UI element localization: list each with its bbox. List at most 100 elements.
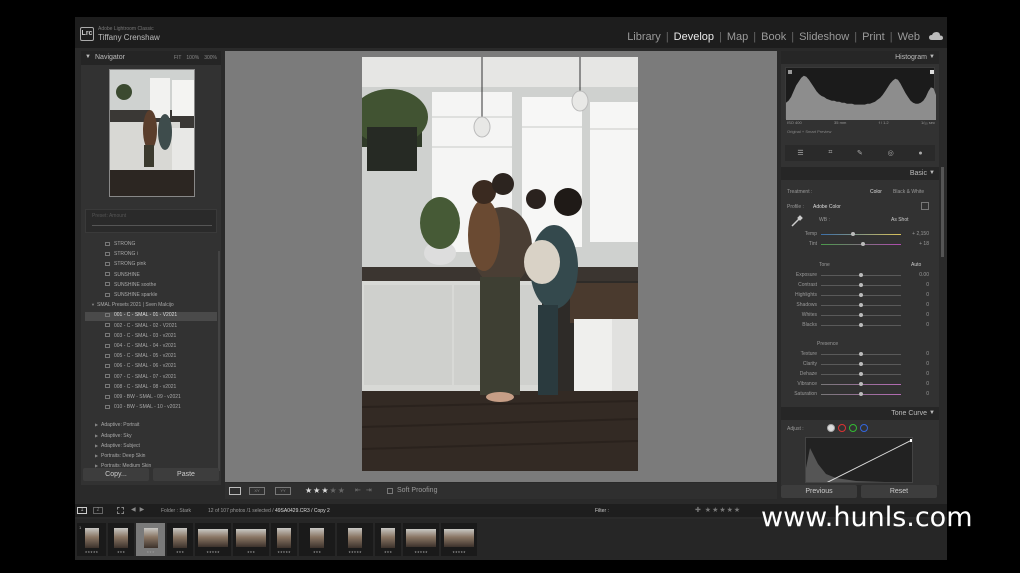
wb-dropdown[interactable]: As Shot [891,217,909,223]
filmstrip-thumbnail[interactable]: ★★★ [167,523,193,556]
preset-item[interactable]: 005 - C - SMAL - 05 - v2021 [105,353,176,362]
profile-browser-icon[interactable] [921,202,929,210]
preset-folder[interactable]: ▶ Adaptive: Portrait [95,422,139,431]
slider-knob[interactable] [859,352,863,356]
slider-value[interactable]: 0 [909,282,929,288]
copy-button[interactable]: Copy... [83,468,149,481]
preset-item[interactable]: SUNSHINE [105,272,140,281]
filmstrip-thumbnail[interactable]: ★★★★★ [271,523,297,556]
slider-knob[interactable] [859,323,863,327]
crop-icon[interactable]: ⌗ [828,149,832,157]
presets-scrollbar[interactable] [218,251,220,471]
folder-source-label[interactable]: Folder : Stark [161,508,191,514]
module-library[interactable]: Library [626,31,662,43]
navigator-preview[interactable] [109,69,195,197]
slider-knob[interactable] [859,313,863,317]
slider-knob[interactable] [859,303,863,307]
channel-green-icon[interactable] [849,424,857,432]
slider-knob[interactable] [859,372,863,376]
healing-icon[interactable]: ✎ [857,149,863,157]
preset-item[interactable]: 003 - C - SMAL - 03 - v2021 [105,333,176,342]
filmstrip-thumbnail[interactable]: ★★★★★ [337,523,373,556]
module-web[interactable]: Web [897,31,921,43]
edit-sliders-icon[interactable]: ☰ [797,149,803,157]
preset-item[interactable]: 009 - BW - SMAL - 09 - v2021 [105,394,181,403]
basic-header[interactable]: Basic ▼ [781,167,939,180]
preset-group[interactable]: ▼ SMAL Presets 2021 | Sven Malcijo [91,302,174,311]
slider-knob[interactable] [859,362,863,366]
navigator-header[interactable]: ▼ Navigator FIT 100% 300% [81,51,221,65]
preset-item[interactable]: 004 - C - SMAL - 04 - v2021 [105,343,176,352]
slider-value[interactable]: 0 [909,371,929,377]
slider-knob[interactable] [851,232,855,236]
slider-value[interactable]: 0 [909,361,929,367]
preset-item[interactable]: SUNSHINE soothe [105,282,156,291]
auto-tone-button[interactable]: Auto [911,262,921,268]
slider-value[interactable]: 0 [909,381,929,387]
zoom-option[interactable]: FIT [174,55,182,61]
module-book[interactable]: Book [760,31,787,43]
zoom-option[interactable]: 100% [186,55,199,61]
preset-item[interactable]: 007 - C - SMAL - 07 - v2021 [105,374,176,383]
slider-value[interactable]: 0 [909,292,929,298]
slider-value[interactable]: 0 [909,351,929,357]
rotate-arrows-icon[interactable]: ⇤⇥ [355,486,377,494]
preset-item[interactable]: 001 - C - SMAL - 01 - V2021 [85,312,217,322]
preset-item[interactable]: 010 - BW - SMAL - 10 - v2021 [105,404,181,413]
star-rating[interactable]: ★★★★★ [305,486,346,495]
preset-item[interactable]: STRONG i [105,251,138,260]
slider-value[interactable]: 0 [909,312,929,318]
preset-folder[interactable]: ▶ Adaptive: Sky [95,433,132,442]
filmstrip-thumbnail[interactable]: ★★★ [299,523,335,556]
secondary-display-button[interactable]: 2 [93,507,103,514]
preset-item[interactable]: 008 - C - SMAL - 08 - v2021 [105,384,176,393]
white-balance-eyedropper-icon[interactable] [791,215,803,227]
module-develop[interactable]: Develop [673,31,715,43]
grid-view-icon[interactable] [117,507,124,514]
filmstrip-thumbnail[interactable]: ★★★ [108,523,134,556]
preset-item[interactable]: SUNSHINE sparkle [105,292,157,301]
slider-value[interactable]: 0.00 [909,272,929,278]
slider-value[interactable]: 0 [909,322,929,328]
module-print[interactable]: Print [861,31,886,43]
module-slideshow[interactable]: Slideshow [798,31,850,43]
preset-item[interactable]: 006 - C - SMAL - 06 - v2021 [105,363,176,372]
zoom-option[interactable]: 300% [204,55,217,61]
filmstrip-thumbnail[interactable]: 1 ★★★★★ [77,523,106,556]
right-panel-scrollbar[interactable] [941,167,944,257]
masking-icon[interactable]: ● [918,150,922,157]
red-eye-icon[interactable]: ◎ [888,149,894,157]
treatment-color-option[interactable]: Color [870,189,882,195]
preset-item[interactable]: STRONG pink [105,261,146,270]
slider-knob[interactable] [859,382,863,386]
before-after-view-icon[interactable]: YY [275,487,291,495]
slider-track[interactable] [821,234,901,235]
filmstrip-thumbnail[interactable]: ★★★ [136,523,165,556]
filmstrip-thumbnail[interactable]: ★★★★★ [403,523,439,556]
loupe-view-icon[interactable] [229,487,241,495]
slider-knob[interactable] [859,293,863,297]
slider-knob[interactable] [859,283,863,287]
main-photo[interactable] [362,57,638,471]
reset-button[interactable]: Reset [861,485,937,498]
channel-blue-icon[interactable] [860,424,868,432]
slider-knob[interactable] [859,392,863,396]
preset-folder[interactable]: ▶ Adaptive: Subject [95,443,140,452]
channel-red-icon[interactable] [838,424,846,432]
channel-rgb-icon[interactable] [827,424,835,432]
filmstrip-thumbnail[interactable]: ★★★ [375,523,401,556]
module-map[interactable]: Map [726,31,749,43]
slider-knob[interactable] [861,242,866,246]
soft-proofing-checkbox[interactable] [387,488,393,494]
filter-rating-stars[interactable]: ✚ ★★★★★ [695,506,741,514]
cloud-sync-icon[interactable] [929,32,943,40]
filmstrip-thumbnail[interactable]: ★★★★★ [441,523,477,556]
treatment-bw-option[interactable]: Black & White [893,189,924,195]
profile-dropdown[interactable]: Adobe Color [813,204,841,210]
compare-view-icon[interactable]: XY [249,487,265,495]
slider-value[interactable]: 0 [909,391,929,397]
tone-curve-header[interactable]: Tone Curve ▼ [781,407,939,420]
back-forward-arrows-icon[interactable]: ◀▶ [131,506,148,513]
preset-folder[interactable]: ▶ Portraits: Deep Skin [95,453,145,462]
preset-amount-slider[interactable] [92,225,212,226]
